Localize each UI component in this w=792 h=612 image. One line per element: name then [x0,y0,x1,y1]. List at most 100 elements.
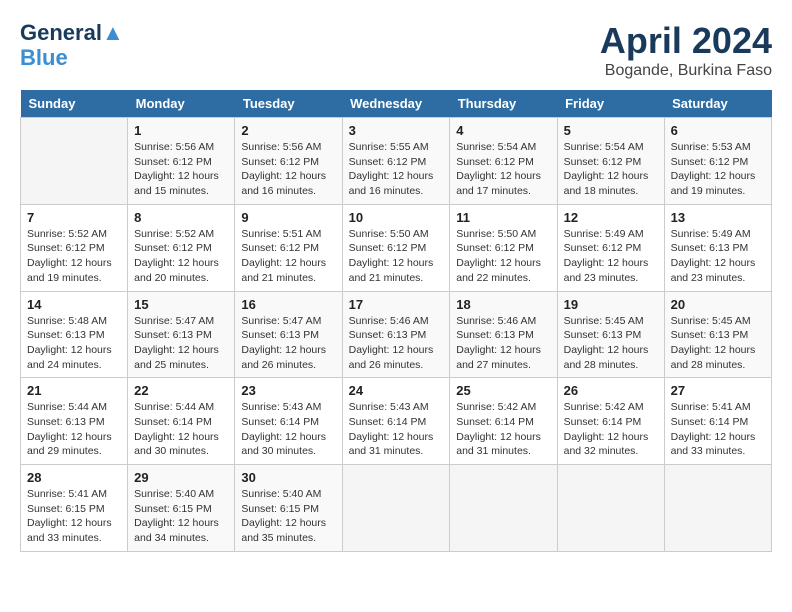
day-number: 27 [671,383,765,398]
day-info: Sunrise: 5:44 AM Sunset: 6:13 PM Dayligh… [27,400,121,459]
day-number: 26 [564,383,658,398]
day-number: 2 [241,123,335,138]
calendar-cell: 28Sunrise: 5:41 AM Sunset: 6:15 PM Dayli… [21,465,128,552]
day-info: Sunrise: 5:43 AM Sunset: 6:14 PM Dayligh… [349,400,444,459]
day-number: 5 [564,123,658,138]
calendar-cell: 22Sunrise: 5:44 AM Sunset: 6:14 PM Dayli… [128,378,235,465]
day-number: 15 [134,297,228,312]
day-number: 13 [671,210,765,225]
day-number: 10 [349,210,444,225]
day-info: Sunrise: 5:45 AM Sunset: 6:13 PM Dayligh… [564,314,658,373]
calendar-cell: 4 Sunrise: 5:54 AM Sunset: 6:12 PM Daylig… [450,118,557,205]
calendar-cell: 10 Sunrise: 5:50 AM Sunset: 6:12 PM Dayli… [342,204,450,291]
calendar-cell: 18 Sunrise: 5:46 AM Sunset: 6:13 PM Dayli… [450,291,557,378]
day-number: 3 [349,123,444,138]
day-info: Sunrise: 5:49 AM Sunset: 6:12 PM Dayligh… [564,227,658,286]
calendar-cell: 19 Sunrise: 5:45 AM Sunset: 6:13 PM Dayli… [557,291,664,378]
calendar-cell: 15 Sunrise: 5:47 AM Sunset: 6:13 PM Dayli… [128,291,235,378]
day-info: Sunrise: 5:41 AM Sunset: 6:14 PM Dayligh… [671,400,765,459]
weekday-header-saturday: Saturday [664,90,771,118]
day-number: 9 [241,210,335,225]
calendar-cell [450,465,557,552]
day-number: 19 [564,297,658,312]
month-title: April 2024 [600,20,772,62]
day-number: 11 [456,210,550,225]
day-info: Sunrise: 5:47 AM Sunset: 6:13 PM Dayligh… [241,314,335,373]
calendar-cell: 6 Sunrise: 5:53 AM Sunset: 6:12 PM Daylig… [664,118,771,205]
day-number: 6 [671,123,765,138]
title-section: April 2024 Bogande, Burkina Faso [600,20,772,80]
day-info: Sunrise: 5:47 AM Sunset: 6:13 PM Dayligh… [134,314,228,373]
weekday-header-tuesday: Tuesday [235,90,342,118]
day-info: Sunrise: 5:55 AM Sunset: 6:12 PM Dayligh… [349,140,444,199]
day-info: Sunrise: 5:49 AM Sunset: 6:13 PM Dayligh… [671,227,765,286]
weekday-header-monday: Monday [128,90,235,118]
day-info: Sunrise: 5:40 AM Sunset: 6:15 PM Dayligh… [134,487,228,546]
calendar-cell: 30Sunrise: 5:40 AM Sunset: 6:15 PM Dayli… [235,465,342,552]
day-number: 14 [27,297,121,312]
day-number: 1 [134,123,228,138]
day-info: Sunrise: 5:46 AM Sunset: 6:13 PM Dayligh… [349,314,444,373]
calendar-cell [21,118,128,205]
calendar-cell: 26 Sunrise: 5:42 AM Sunset: 6:14 PM Dayli… [557,378,664,465]
calendar-cell: 7Sunrise: 5:52 AM Sunset: 6:12 PM Daylig… [21,204,128,291]
location: Bogande, Burkina Faso [600,62,772,80]
day-info: Sunrise: 5:50 AM Sunset: 6:12 PM Dayligh… [456,227,550,286]
day-number: 7 [27,210,121,225]
page-header: General▲ Blue April 2024 Bogande, Burkin… [20,20,772,80]
calendar-cell: 5 Sunrise: 5:54 AM Sunset: 6:12 PM Daylig… [557,118,664,205]
calendar-table: SundayMondayTuesdayWednesdayThursdayFrid… [20,90,772,552]
weekday-header-sunday: Sunday [21,90,128,118]
calendar-cell [557,465,664,552]
weekday-header-thursday: Thursday [450,90,557,118]
calendar-cell: 12 Sunrise: 5:49 AM Sunset: 6:12 PM Dayli… [557,204,664,291]
calendar-cell: 21 Sunrise: 5:44 AM Sunset: 6:13 PM Dayli… [21,378,128,465]
day-number: 20 [671,297,765,312]
day-info: Sunrise: 5:53 AM Sunset: 6:12 PM Dayligh… [671,140,765,199]
calendar-cell: 17Sunrise: 5:46 AM Sunset: 6:13 PM Dayli… [342,291,450,378]
day-info: Sunrise: 5:51 AM Sunset: 6:12 PM Dayligh… [241,227,335,286]
calendar-cell: 2 Sunrise: 5:56 AM Sunset: 6:12 PM Daylig… [235,118,342,205]
day-number: 25 [456,383,550,398]
day-info: Sunrise: 5:42 AM Sunset: 6:14 PM Dayligh… [564,400,658,459]
calendar-cell: 1 Sunrise: 5:56 AM Sunset: 6:12 PM Daylig… [128,118,235,205]
day-number: 29 [134,470,228,485]
day-number: 12 [564,210,658,225]
day-info: Sunrise: 5:46 AM Sunset: 6:13 PM Dayligh… [456,314,550,373]
day-number: 16 [241,297,335,312]
day-info: Sunrise: 5:45 AM Sunset: 6:13 PM Dayligh… [671,314,765,373]
day-number: 23 [241,383,335,398]
calendar-cell: 11 Sunrise: 5:50 AM Sunset: 6:12 PM Dayli… [450,204,557,291]
day-info: Sunrise: 5:54 AM Sunset: 6:12 PM Dayligh… [564,140,658,199]
calendar-cell: 13 Sunrise: 5:49 AM Sunset: 6:13 PM Dayli… [664,204,771,291]
day-info: Sunrise: 5:54 AM Sunset: 6:12 PM Dayligh… [456,140,550,199]
day-number: 4 [456,123,550,138]
day-info: Sunrise: 5:56 AM Sunset: 6:12 PM Dayligh… [134,140,228,199]
calendar-cell: 3 Sunrise: 5:55 AM Sunset: 6:12 PM Daylig… [342,118,450,205]
day-info: Sunrise: 5:52 AM Sunset: 6:12 PM Dayligh… [134,227,228,286]
day-info: Sunrise: 5:50 AM Sunset: 6:12 PM Dayligh… [349,227,444,286]
calendar-cell: 29 Sunrise: 5:40 AM Sunset: 6:15 PM Dayli… [128,465,235,552]
calendar-cell [664,465,771,552]
weekday-header-friday: Friday [557,90,664,118]
day-info: Sunrise: 5:40 AM Sunset: 6:15 PM Dayligh… [241,487,335,546]
calendar-cell: 8 Sunrise: 5:52 AM Sunset: 6:12 PM Daylig… [128,204,235,291]
calendar-cell: 23 Sunrise: 5:43 AM Sunset: 6:14 PM Dayli… [235,378,342,465]
day-info: Sunrise: 5:43 AM Sunset: 6:14 PM Dayligh… [241,400,335,459]
day-info: Sunrise: 5:44 AM Sunset: 6:14 PM Dayligh… [134,400,228,459]
calendar-cell: 25 Sunrise: 5:42 AM Sunset: 6:14 PM Dayli… [450,378,557,465]
logo-text: General▲ Blue [20,20,124,71]
calendar-cell: 14 Sunrise: 5:48 AM Sunset: 6:13 PM Dayli… [21,291,128,378]
calendar-cell: 24Sunrise: 5:43 AM Sunset: 6:14 PM Dayli… [342,378,450,465]
day-number: 8 [134,210,228,225]
day-info: Sunrise: 5:48 AM Sunset: 6:13 PM Dayligh… [27,314,121,373]
calendar-cell: 9 Sunrise: 5:51 AM Sunset: 6:12 PM Daylig… [235,204,342,291]
logo: General▲ Blue [20,20,124,71]
day-number: 21 [27,383,121,398]
calendar-cell: 20 Sunrise: 5:45 AM Sunset: 6:13 PM Dayli… [664,291,771,378]
day-info: Sunrise: 5:56 AM Sunset: 6:12 PM Dayligh… [241,140,335,199]
weekday-header-wednesday: Wednesday [342,90,450,118]
day-number: 18 [456,297,550,312]
day-info: Sunrise: 5:42 AM Sunset: 6:14 PM Dayligh… [456,400,550,459]
calendar-cell [342,465,450,552]
